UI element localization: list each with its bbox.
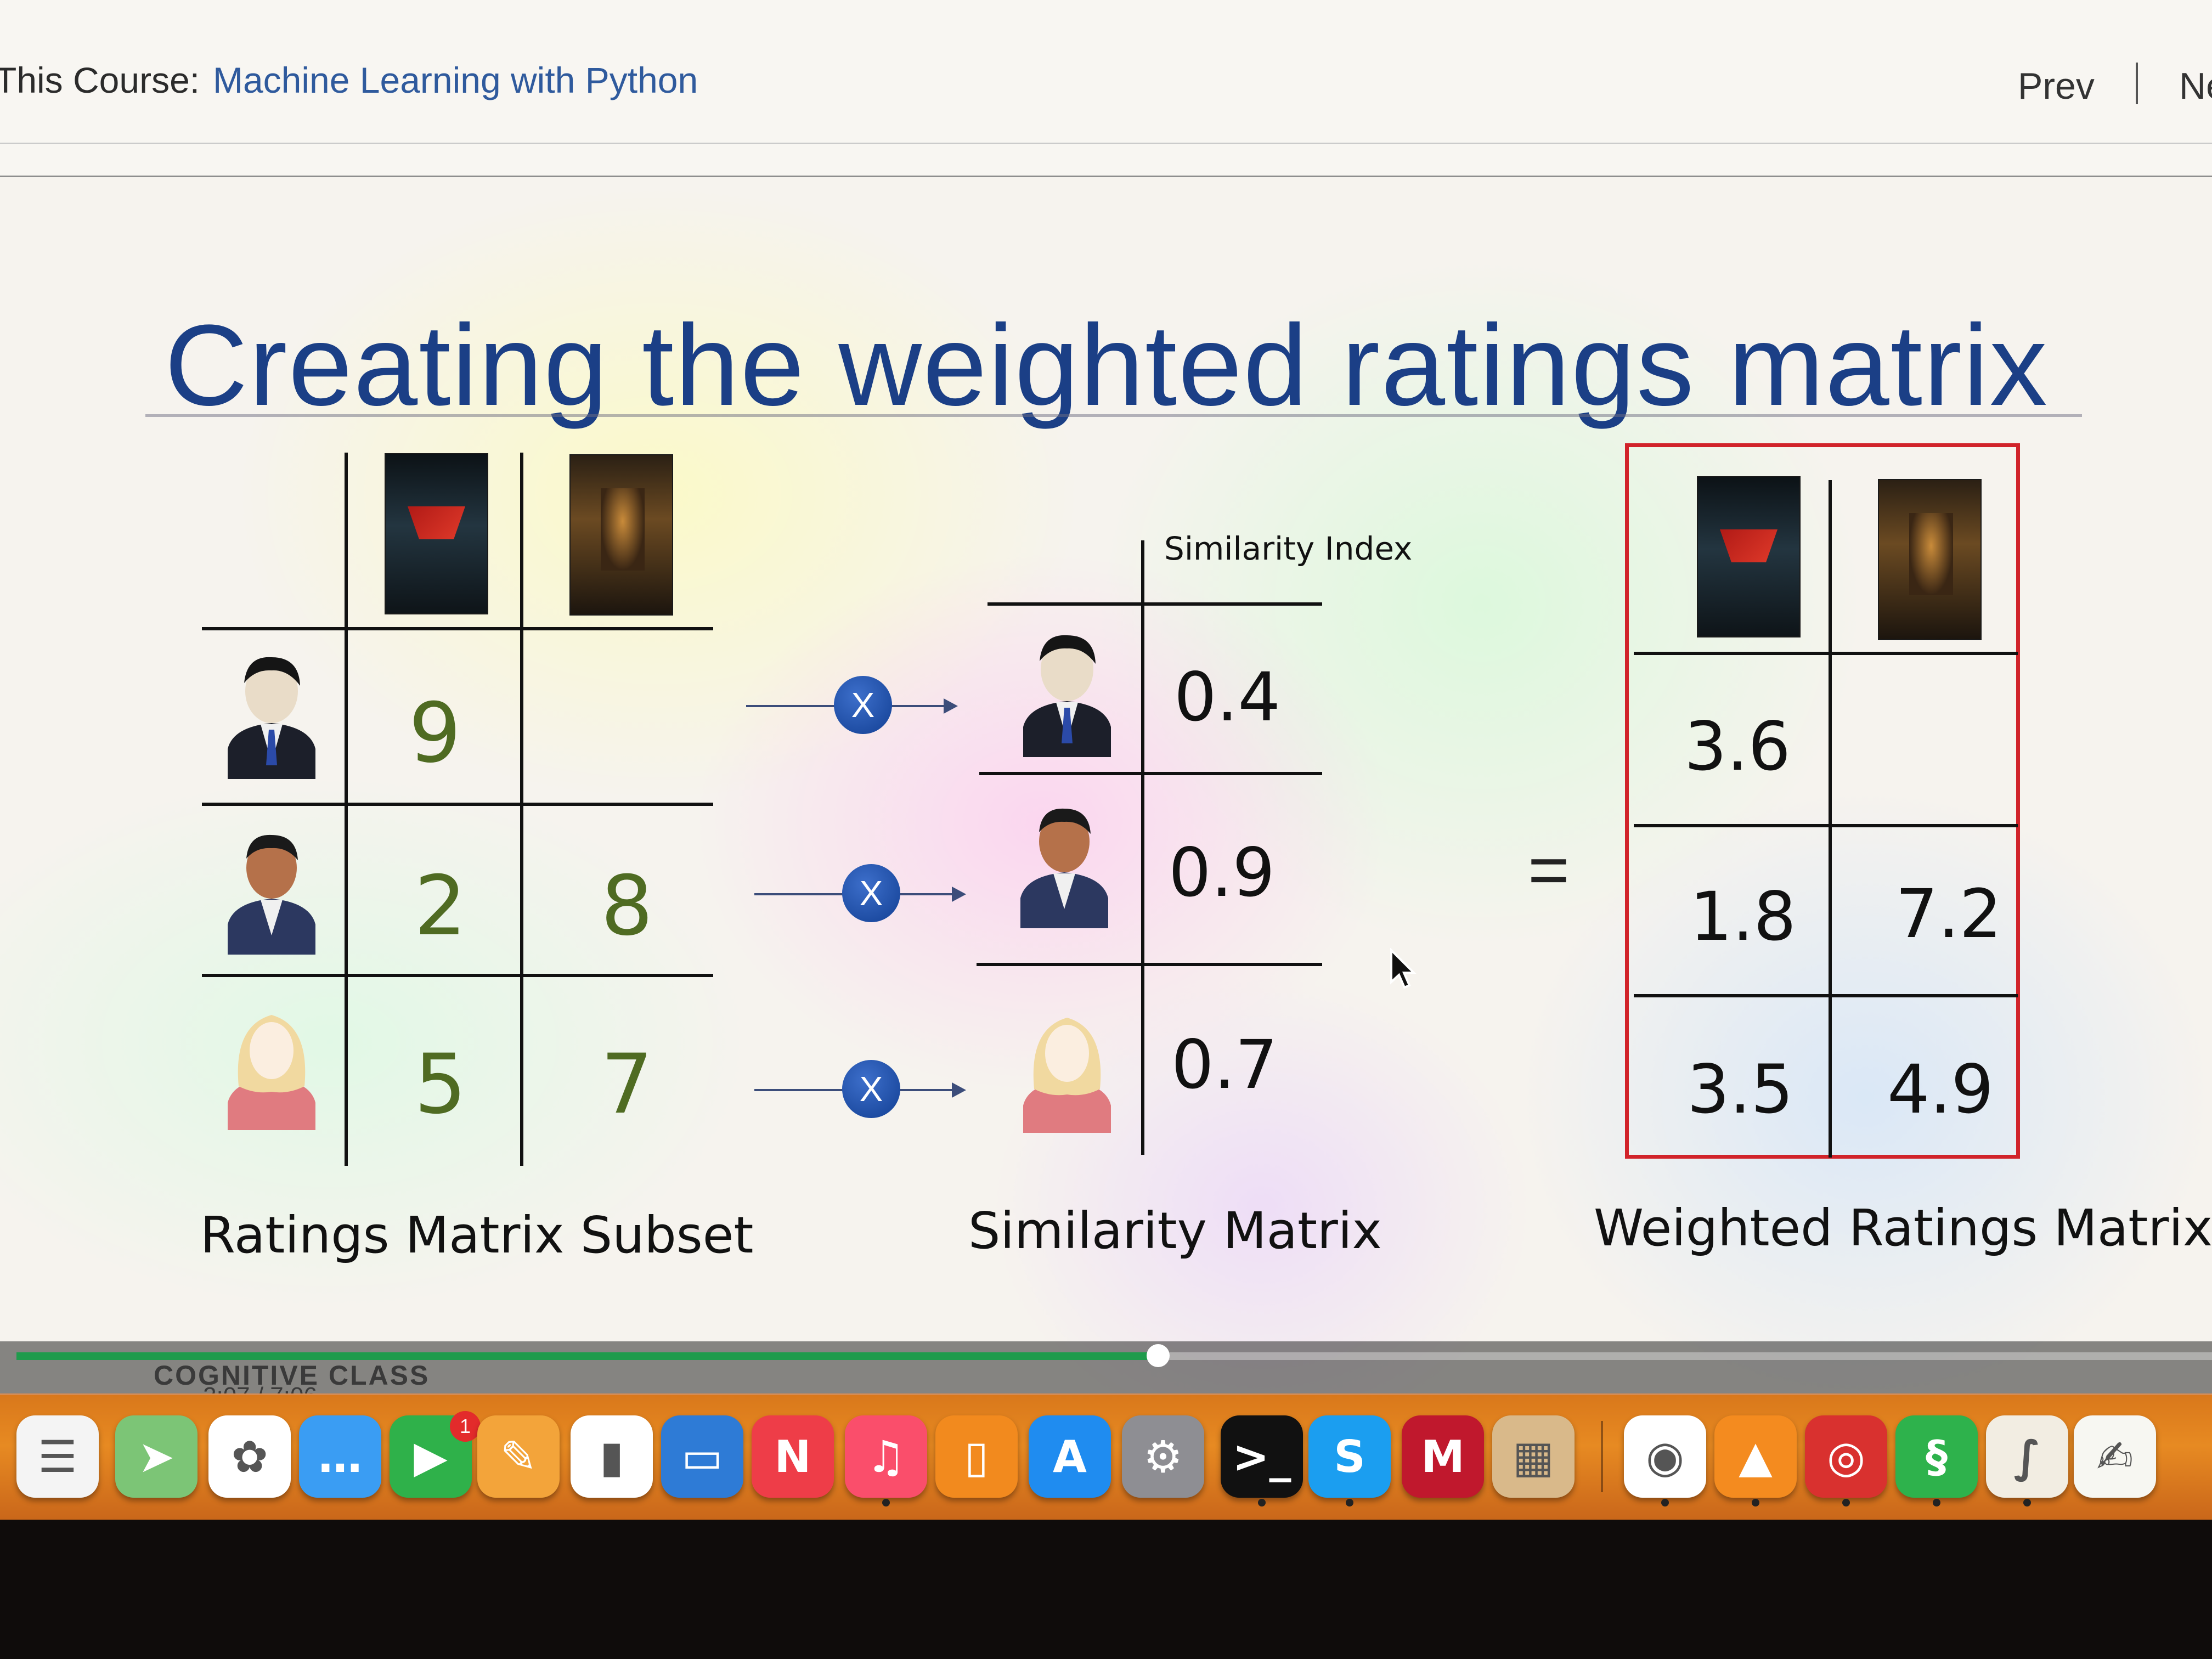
terminal-icon[interactable]: >_	[1221, 1415, 1303, 1498]
ratings-hline-3	[202, 974, 713, 977]
facetime-badge: 1	[450, 1411, 481, 1442]
running-indicator	[882, 1499, 890, 1506]
weighted-poster-dark-knight	[1879, 480, 1980, 639]
movie-poster-dark-knight	[571, 455, 672, 614]
maps-icon[interactable]: ➤	[115, 1415, 198, 1498]
weighted-user1-movie1: 3.6	[1684, 708, 1791, 786]
rating-user1-movie1: 9	[409, 686, 461, 781]
mouse-cursor-icon	[1390, 948, 1417, 989]
multiply-arrow-1: X	[746, 676, 958, 736]
script-app-icon[interactable]: §	[1895, 1415, 1978, 1498]
similarity-value-user1: 0.4	[1174, 658, 1281, 736]
numbers-icon[interactable]: ▮	[571, 1415, 653, 1498]
calendar-sheet-icon[interactable]: ▦	[1492, 1415, 1575, 1498]
multiply-badge: X	[834, 676, 892, 734]
similarity-hline-3	[977, 963, 1322, 966]
skype-icon[interactable]: S	[1308, 1415, 1391, 1498]
running-indicator	[1258, 1499, 1266, 1506]
keynote-icon[interactable]: ▭	[661, 1415, 743, 1498]
running-indicator	[1661, 1499, 1669, 1506]
rating-user3-movie1: 5	[414, 1037, 467, 1132]
system-preferences-icon[interactable]: ⚙	[1122, 1415, 1204, 1498]
similarity-value-user2: 0.9	[1169, 834, 1276, 912]
title-rule	[145, 414, 2082, 417]
nav-separator	[2136, 63, 2138, 104]
vlc-icon[interactable]: ▲	[1714, 1415, 1797, 1498]
course-prefix-label: This Course:	[0, 60, 200, 100]
rating-user3-movie2: 7	[601, 1037, 653, 1132]
similarity-user-male-1-icon	[1023, 635, 1111, 757]
multiply-badge: X	[842, 864, 900, 922]
similarity-user-female-icon	[1023, 1018, 1111, 1133]
movie-poster-batman-v-superman	[386, 454, 487, 613]
rating-user2-movie1: 2	[414, 859, 467, 954]
books-icon[interactable]: ▯	[935, 1415, 1018, 1498]
photos-icon[interactable]: ✿	[208, 1415, 291, 1498]
running-indicator	[1752, 1499, 1759, 1506]
user-avatar-male-1-icon	[228, 657, 315, 779]
progress-fill	[16, 1352, 1159, 1360]
ratings-matrix-caption: Ratings Matrix Subset	[200, 1206, 754, 1265]
course-name-link[interactable]: Machine Learning with Python	[213, 59, 698, 101]
similarity-hline-1	[988, 602, 1322, 606]
weighted-user3-movie2: 4.9	[1887, 1051, 1994, 1128]
textedit-icon[interactable]: ✍	[2074, 1415, 2156, 1498]
latexit-icon[interactable]: ∫	[1986, 1415, 2068, 1498]
running-indicator	[1933, 1499, 1940, 1506]
weighted-poster-batman-v-superman	[1698, 477, 1799, 636]
weighted-hline-3	[1634, 994, 2018, 997]
course-header: This Course: Machine Learning with Pytho…	[0, 0, 2212, 177]
dock-separator	[1601, 1421, 1603, 1492]
equals-sign: =	[1528, 830, 1570, 910]
similarity-index-header: Similarity Index	[1164, 530, 1413, 567]
messages-icon[interactable]: …	[299, 1415, 381, 1498]
similarity-matrix-caption: Similarity Matrix	[968, 1201, 1382, 1260]
multiply-arrow-3: X	[754, 1060, 966, 1120]
app-store-icon[interactable]: A	[1029, 1415, 1111, 1498]
weighted-hline-1	[1634, 652, 2018, 655]
ratings-hline-1	[202, 627, 713, 630]
running-indicator	[1346, 1499, 1353, 1506]
radio-icon[interactable]: ◎	[1805, 1415, 1887, 1498]
ratings-hline-2	[202, 803, 713, 806]
weighted-hline-2	[1634, 824, 2018, 827]
progress-scrubber[interactable]	[1147, 1344, 1170, 1367]
rating-user2-movie2: 8	[601, 859, 653, 954]
screen-bezel	[0, 1520, 2212, 1659]
weighted-user2-movie2: 7.2	[1895, 875, 2002, 953]
running-indicator	[1842, 1499, 1850, 1506]
weighted-user3-movie1: 3.5	[1687, 1051, 1794, 1128]
prev-link[interactable]: Prev	[2018, 65, 2095, 108]
slide-title: Creating the weighted ratings matrix	[165, 301, 2049, 430]
mendeley-icon[interactable]: M	[1402, 1415, 1484, 1498]
user-avatar-female-icon	[228, 1015, 315, 1130]
screen: This Course: Machine Learning with Pytho…	[0, 0, 2212, 1520]
news-icon[interactable]: N	[752, 1415, 834, 1498]
similarity-value-user3: 0.7	[1171, 1026, 1278, 1104]
running-indicator	[2023, 1499, 2031, 1506]
music-icon[interactable]: ♫	[845, 1415, 927, 1498]
similarity-vline	[1141, 540, 1144, 1155]
ratings-vline-1	[345, 453, 348, 1166]
ratings-vline-2	[520, 453, 523, 1166]
next-link[interactable]: Ne	[2179, 65, 2212, 108]
weighted-vline	[1829, 480, 1832, 1158]
chrome-icon[interactable]: ◉	[1624, 1415, 1706, 1498]
user-avatar-male-2-icon	[228, 834, 315, 955]
reminders-icon[interactable]: ☰	[16, 1415, 99, 1498]
similarity-hline-2	[979, 772, 1322, 775]
pages-icon[interactable]: ✎	[477, 1415, 560, 1498]
similarity-user-male-2-icon	[1020, 808, 1108, 928]
multiply-arrow-2: X	[754, 864, 966, 924]
weighted-user2-movie1: 1.8	[1690, 878, 1797, 956]
multiply-badge: X	[842, 1060, 900, 1118]
weighted-matrix-caption: Weighted Ratings Matrix	[1594, 1199, 2212, 1257]
